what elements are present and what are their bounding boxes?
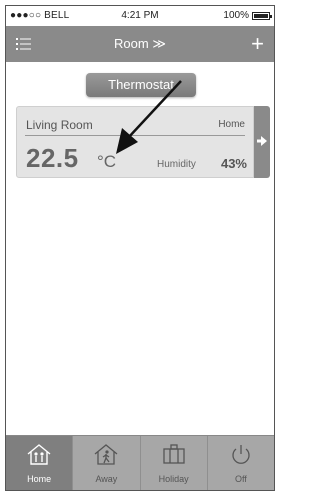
temperature-value: 22.5 (26, 143, 79, 173)
tab-off-label: Off (234, 474, 247, 484)
battery-indicator: 100% (223, 10, 272, 21)
phone-screen: ●●●○○ BELL 4:21 PM 100% Room ≫ + Thermos… (5, 5, 275, 491)
nav-bar: Room ≫ + (6, 26, 274, 62)
annotation-arrow-icon (116, 80, 182, 154)
bottom-tab-bar: Home Away Holiday Off (6, 435, 274, 490)
away-icon (73, 442, 139, 466)
luggage-icon (141, 442, 207, 466)
nav-title[interactable]: Room ≫ (6, 36, 274, 52)
status-bar: ●●●○○ BELL 4:21 PM 100% (6, 6, 274, 26)
tab-home-label: Home (27, 474, 52, 484)
arrow-right-icon (257, 136, 267, 146)
home-icon (6, 442, 72, 466)
battery-icon (252, 11, 272, 20)
power-icon (208, 442, 274, 466)
tab-home[interactable]: Home (6, 436, 73, 490)
tab-away[interactable]: Away (72, 436, 140, 490)
tab-holiday[interactable]: Holiday (139, 436, 207, 490)
tab-away-label: Away (95, 474, 118, 484)
room-mode: Home (218, 119, 245, 130)
tab-off[interactable]: Off (206, 436, 274, 490)
humidity-value: 43% (220, 156, 247, 171)
tab-holiday-label: Holiday (158, 474, 189, 484)
room-name: Living Room (26, 118, 93, 132)
room-detail-button[interactable] (254, 106, 270, 178)
battery-percent: 100% (223, 10, 249, 21)
add-icon[interactable]: + (251, 33, 264, 55)
